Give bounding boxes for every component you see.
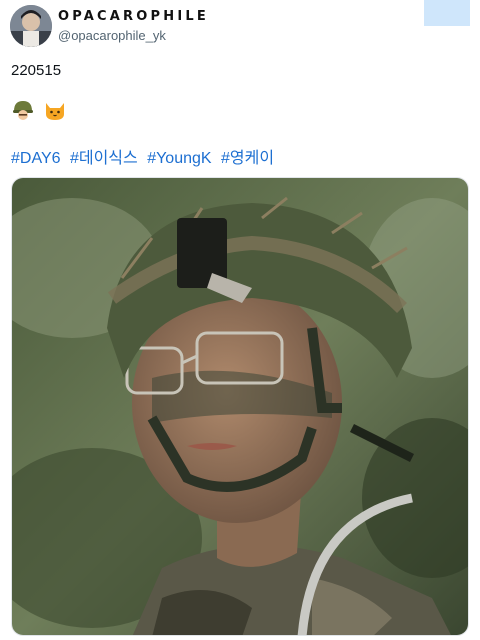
- corner-button[interactable]: [424, 0, 470, 26]
- user-handle[interactable]: @opacarophile_yk: [58, 28, 166, 43]
- tweet-photo[interactable]: [11, 177, 469, 636]
- hashtag-row: #DAY6 #데이식스 #YoungK #영케이: [11, 144, 279, 168]
- avatar[interactable]: [10, 5, 52, 47]
- hashtag-youngk-korean[interactable]: #영케이: [221, 150, 274, 167]
- photo-soldier-portrait: [12, 178, 468, 635]
- emoji-row: [11, 98, 71, 124]
- helmet-emoji: [11, 98, 35, 127]
- hashtag-day6-korean[interactable]: #데이식스: [70, 150, 138, 167]
- hashtag-day6[interactable]: #DAY6: [11, 150, 61, 167]
- hashtag-youngk[interactable]: #YoungK: [147, 150, 211, 167]
- cat-emoji: [43, 98, 67, 127]
- tweet-header: OPACAROPHILE @opacarophile_yk: [10, 0, 470, 47]
- display-name[interactable]: OPACAROPHILE: [58, 9, 209, 24]
- tweet-text: 220515: [11, 62, 62, 79]
